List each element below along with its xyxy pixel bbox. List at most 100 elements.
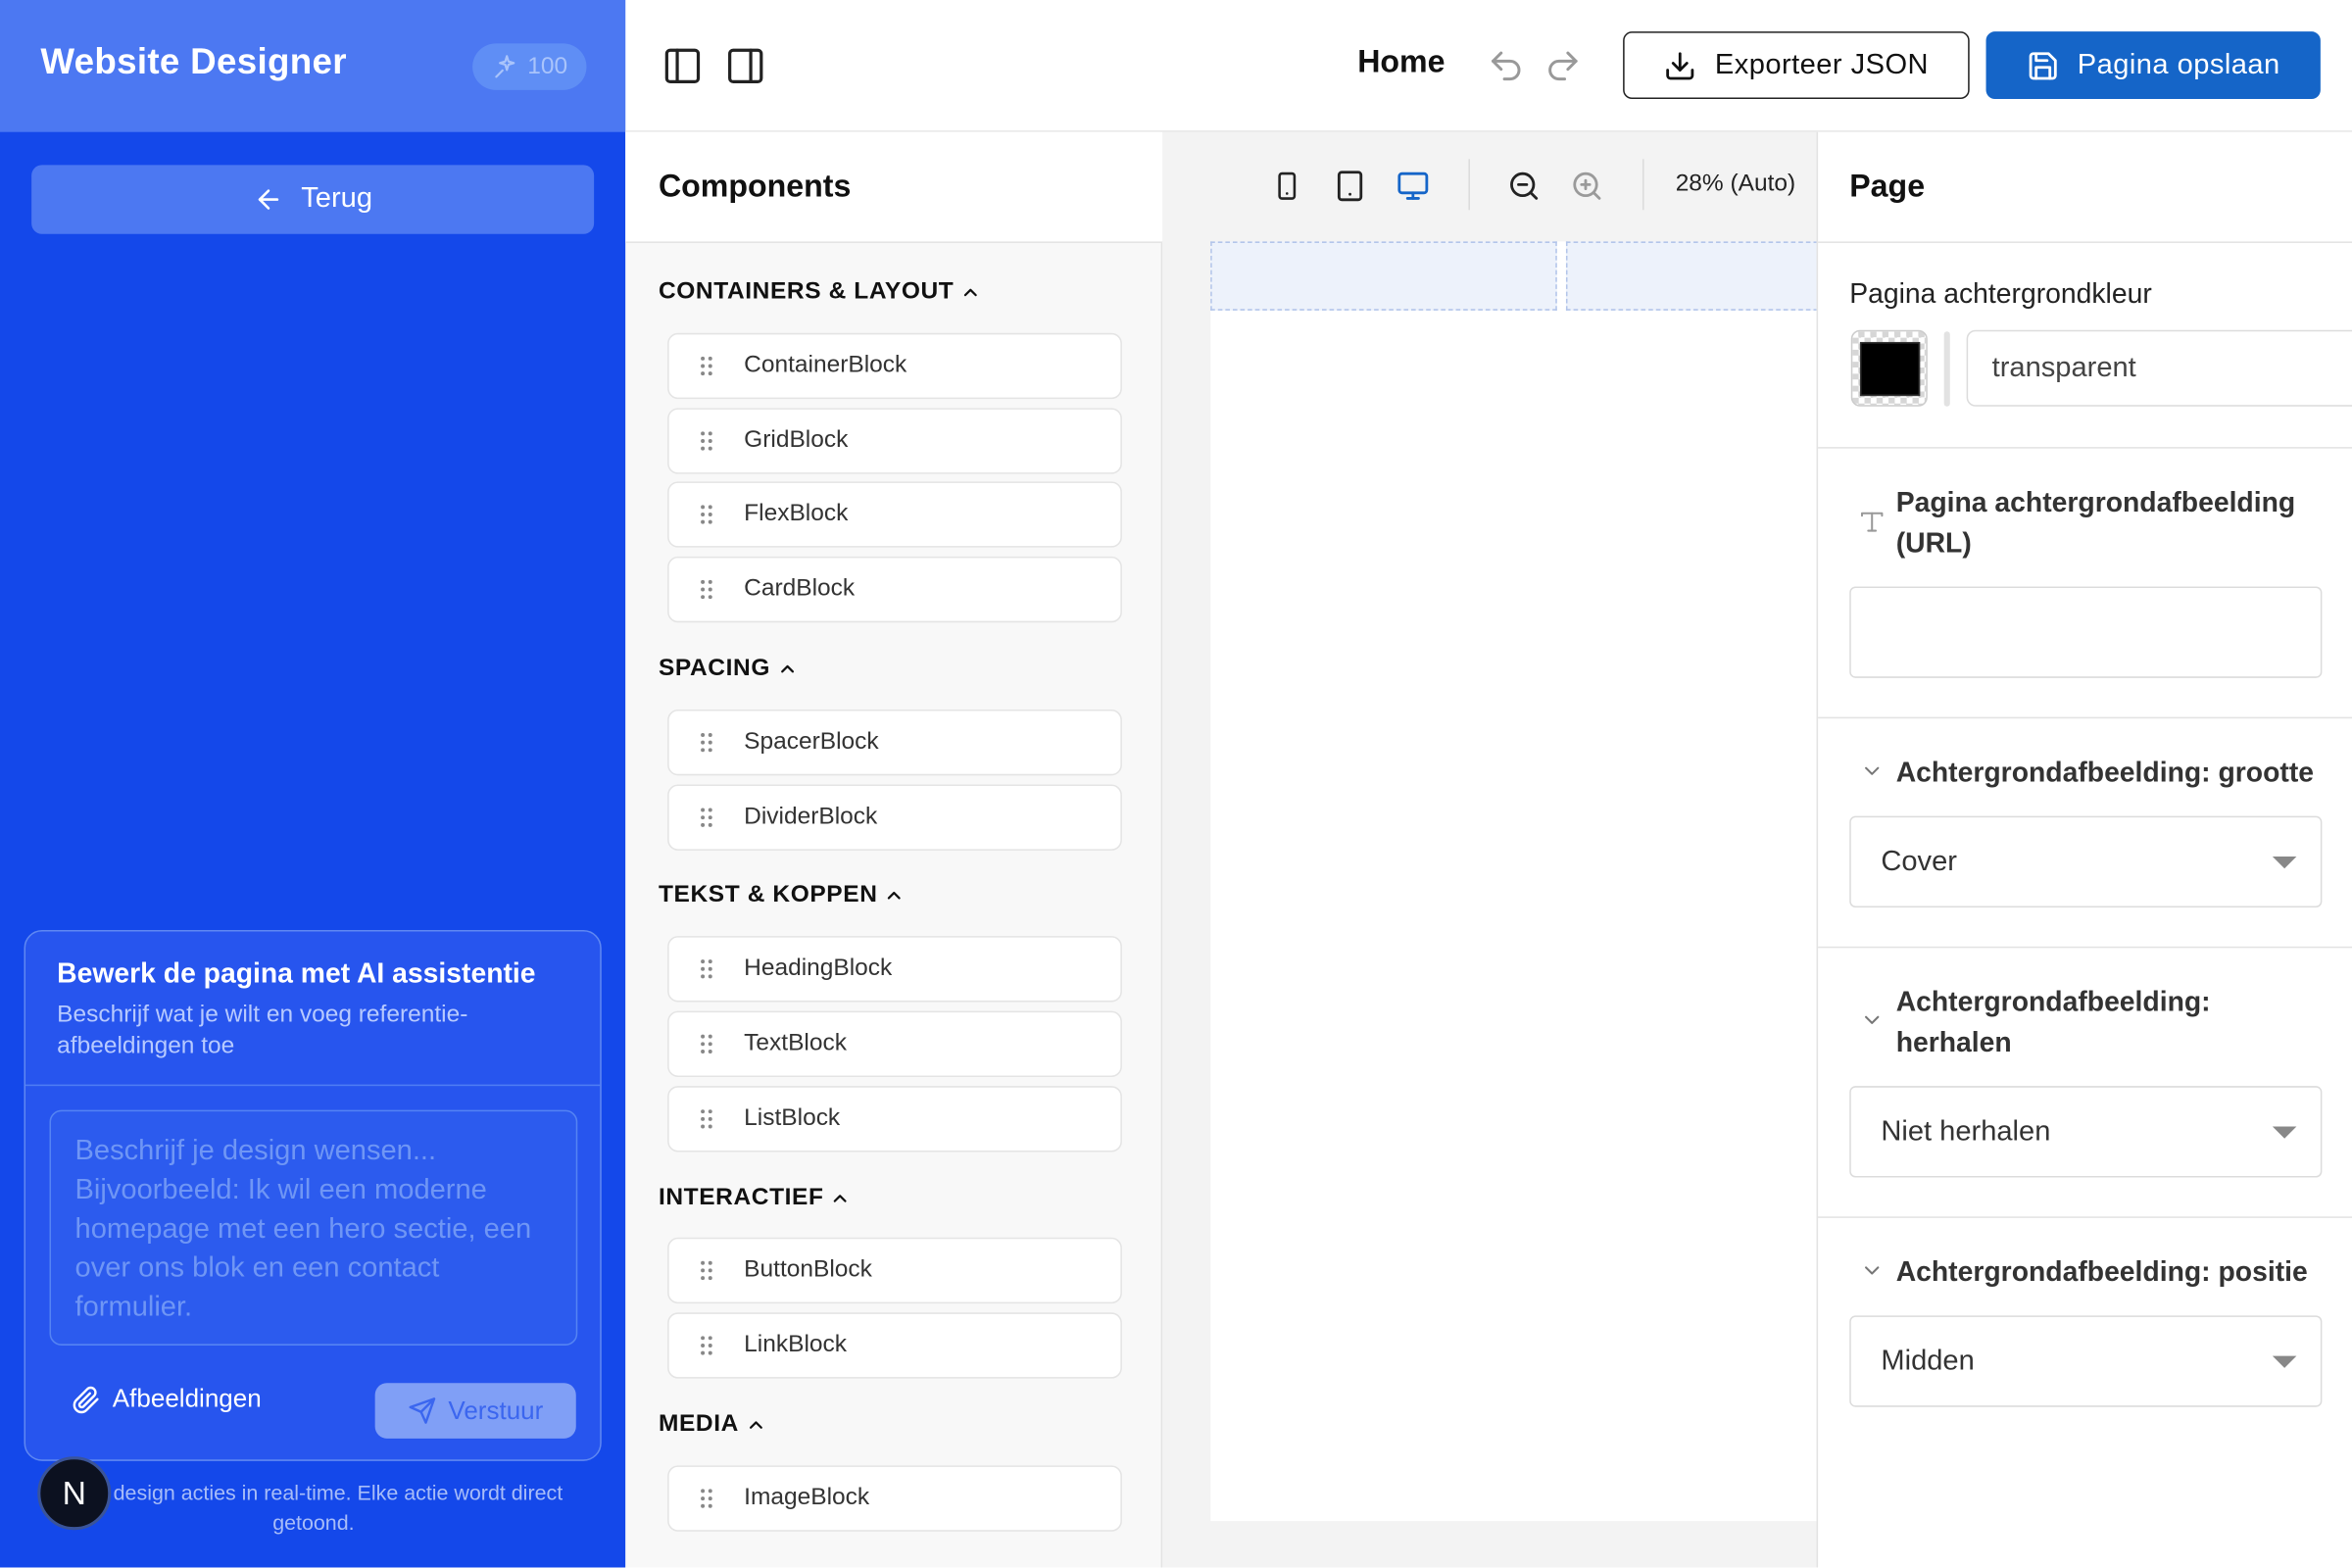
ai-assistant-card: Bewerk de pagina met AI assistentie Besc…	[24, 929, 602, 1461]
section-media[interactable]: MEDIA	[659, 1411, 766, 1439]
drop-zone[interactable]	[1565, 241, 1819, 311]
grip-vertical-icon[interactable]	[669, 430, 745, 451]
toggle-right-panel-icon[interactable]	[724, 45, 766, 87]
redo-icon[interactable]	[1544, 46, 1583, 85]
desktop-view-icon[interactable]	[1396, 170, 1430, 203]
zoom-level[interactable]: 28% (Auto)	[1676, 171, 1796, 198]
text-type-icon	[1857, 507, 1887, 537]
zoom-out-icon[interactable]	[1507, 170, 1541, 203]
bg-position-select[interactable]: Midden	[1849, 1315, 2323, 1407]
divider	[1818, 241, 2352, 243]
grip-vertical-icon[interactable]	[669, 807, 745, 827]
component-item[interactable]: HeadingBlock	[667, 936, 1122, 1003]
attach-images-button[interactable]: Afbeeldingen	[72, 1385, 262, 1415]
component-item[interactable]: GridBlock	[667, 408, 1122, 474]
chevron-down-icon[interactable]	[1860, 759, 1884, 782]
bg-image-label: Pagina achtergrondafbeelding (URL)	[1895, 485, 2296, 559]
section-spacing[interactable]: SPACING	[659, 656, 798, 683]
bg-color-input[interactable]: transparent	[1966, 329, 2352, 407]
section-label: MEDIA	[658, 1411, 739, 1438]
component-label: TextBlock	[744, 1030, 847, 1056]
sidebar-header: Website Designer 100	[0, 0, 626, 132]
component-item[interactable]: ImageBlock	[667, 1465, 1122, 1532]
bg-repeat-select[interactable]: Niet herhalen	[1849, 1086, 2323, 1178]
section-label: TEKST & KOPPEN	[658, 881, 878, 908]
section-tekst-koppen[interactable]: TEKST & KOPPEN	[659, 882, 905, 909]
grip-vertical-icon[interactable]	[669, 356, 745, 376]
export-json-button[interactable]: Exporteer JSON	[1623, 31, 1970, 100]
component-label: DividerBlock	[744, 804, 878, 830]
color-swatch-button[interactable]	[1850, 329, 1928, 407]
component-label: CardBlock	[744, 575, 856, 602]
grip-vertical-icon[interactable]	[669, 1335, 745, 1355]
section-containers-layout[interactable]: CONTAINERS & LAYOUT	[659, 279, 981, 307]
component-item[interactable]: LinkBlock	[667, 1312, 1122, 1379]
divider	[25, 1084, 601, 1087]
back-label: Terug	[301, 182, 372, 215]
grip-vertical-icon[interactable]	[669, 579, 745, 600]
chevron-down-icon[interactable]	[1860, 1258, 1884, 1282]
component-label: GridBlock	[744, 427, 849, 454]
grip-vertical-icon[interactable]	[669, 504, 745, 524]
select-value: Midden	[1881, 1345, 1975, 1377]
components-header: Components	[625, 131, 1163, 243]
mobile-view-icon[interactable]	[1272, 170, 1302, 203]
caret-down-icon	[2272, 856, 2297, 869]
toolbar-divider	[1468, 159, 1470, 211]
bg-image-url-input[interactable]	[1849, 586, 2323, 678]
grip-vertical-icon[interactable]	[669, 958, 745, 979]
export-label: Exporteer JSON	[1714, 48, 1930, 80]
bg-position-label: Achtergrondafbeelding: positie	[1895, 1255, 2308, 1288]
select-value: Cover	[1881, 845, 1957, 877]
ai-card-title: Bewerk de pagina met AI assistentie	[57, 956, 536, 989]
ai-footnote: reert design acties in real-time. Elke a…	[64, 1480, 564, 1535]
grip-vertical-icon[interactable]	[669, 732, 745, 753]
paperclip-icon	[72, 1386, 100, 1414]
back-button[interactable]: Terug	[31, 165, 595, 234]
canvas-area: 28% (Auto)	[1162, 131, 1819, 1568]
grip-vertical-icon[interactable]	[669, 1108, 745, 1129]
zoom-in-icon[interactable]	[1571, 170, 1604, 203]
component-item[interactable]: ContainerBlock	[667, 332, 1122, 400]
component-item[interactable]: SpacerBlock	[667, 709, 1122, 776]
credits-badge[interactable]: 100	[472, 43, 587, 90]
bg-size-select[interactable]: Cover	[1849, 815, 2323, 908]
divider	[1818, 1216, 2352, 1218]
component-label: ContainerBlock	[744, 352, 907, 378]
component-item[interactable]: CardBlock	[667, 556, 1122, 623]
drop-zone[interactable]	[1210, 241, 1557, 311]
component-item[interactable]: ListBlock	[667, 1086, 1122, 1152]
app-root: Website Designer 100 Terug Bewerk de pag…	[0, 0, 2352, 1568]
component-label: LinkBlock	[744, 1332, 848, 1358]
page-name[interactable]: Home	[1357, 45, 1445, 81]
grip-vertical-icon[interactable]	[669, 1488, 745, 1508]
send-button[interactable]: Verstuur	[374, 1383, 576, 1439]
design-prompt-textarea[interactable]: Beschrijf je design wensen... Bijvoorbee…	[49, 1109, 578, 1346]
toggle-left-panel-icon[interactable]	[662, 45, 704, 87]
bg-repeat-label: Achtergrondafbeelding: herhalen	[1895, 985, 2211, 1058]
section-label: INTERACTIEF	[658, 1185, 824, 1211]
components-panel: Components CONTAINERS & LAYOUT Container…	[625, 131, 1163, 1568]
section-interactief[interactable]: INTERACTIEF	[659, 1185, 851, 1212]
devtools-badge[interactable]: N	[37, 1456, 112, 1531]
component-item[interactable]: DividerBlock	[667, 784, 1122, 851]
component-item[interactable]: FlexBlock	[667, 481, 1122, 548]
component-item[interactable]: ButtonBlock	[667, 1237, 1122, 1304]
components-title: Components	[658, 169, 852, 205]
ai-card-subtitle: Beschrijf wat je wilt en voeg referentie…	[57, 1002, 468, 1059]
tablet-view-icon[interactable]	[1334, 170, 1367, 203]
caret-down-icon	[2272, 1355, 2297, 1368]
arrow-left-icon	[253, 184, 283, 215]
select-value: Niet herhalen	[1881, 1115, 2051, 1148]
page-canvas[interactable]	[1210, 241, 1819, 1522]
credits-count: 100	[527, 53, 568, 79]
undo-icon[interactable]	[1487, 46, 1526, 85]
grip-vertical-icon[interactable]	[669, 1260, 745, 1281]
toolbar-divider	[1642, 159, 1644, 211]
chevron-down-icon[interactable]	[1860, 1008, 1884, 1032]
canvas-toolbar: 28% (Auto)	[1162, 132, 1816, 240]
grip-vertical-icon[interactable]	[669, 1034, 745, 1054]
component-item[interactable]: TextBlock	[667, 1010, 1122, 1077]
component-label: HeadingBlock	[744, 955, 893, 982]
save-page-button[interactable]: Pagina opslaan	[1985, 31, 2321, 100]
